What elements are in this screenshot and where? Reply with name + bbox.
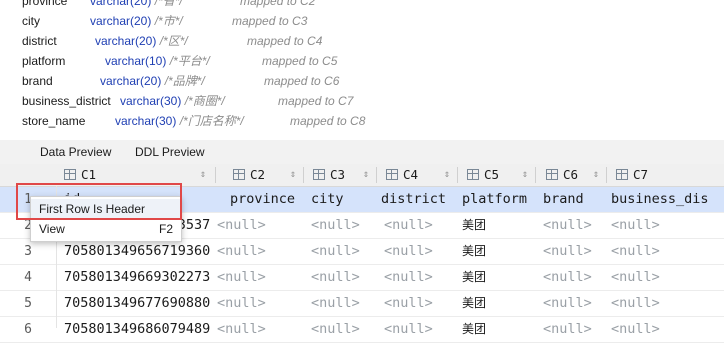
- table-cell[interactable]: <null>: [384, 239, 433, 264]
- table-cell[interactable]: 705801349677690880: [64, 291, 210, 316]
- table-cell[interactable]: <null>: [384, 291, 433, 316]
- column-header-c3[interactable]: C3: [313, 164, 345, 186]
- mapping-type: varchar(20) /*品牌*/: [100, 74, 205, 88]
- table-cell[interactable]: district: [381, 187, 446, 212]
- column-mapping-panel: province varchar(20) /*省*/ mapped to C2 …: [0, 0, 724, 140]
- table-column-icon: [467, 169, 479, 180]
- table-column-icon: [616, 169, 628, 180]
- table-cell[interactable]: brand: [543, 187, 584, 212]
- column-header-c4[interactable]: C4: [386, 164, 418, 186]
- column-header-c7[interactable]: C7: [616, 164, 648, 186]
- table-cell[interactable]: <null>: [311, 265, 360, 290]
- sort-icon[interactable]: ⇕: [363, 164, 369, 186]
- mapping-type: varchar(10) /*平台*/: [105, 54, 210, 68]
- table-row[interactable]: 3 705801349656719360 <null> <null> <null…: [0, 239, 724, 265]
- table-row[interactable]: 5 705801349677690880 <null> <null> <null…: [0, 291, 724, 317]
- table-cell[interactable]: <null>: [217, 265, 266, 290]
- table-column-icon: [546, 169, 558, 180]
- column-header-c5[interactable]: C5: [467, 164, 499, 186]
- table-cell[interactable]: 美团: [462, 213, 486, 238]
- preview-tab-bar: Data Preview DDL Preview: [0, 140, 724, 166]
- table-cell[interactable]: business_dis: [611, 187, 709, 212]
- mapping-type: varchar(20) /*区*/: [95, 34, 188, 48]
- mapping-column-name: business_district: [22, 94, 111, 108]
- menu-item-view[interactable]: View F2: [31, 219, 181, 239]
- highlight-annotation: [16, 183, 182, 220]
- sort-icon[interactable]: ⇕: [593, 164, 599, 186]
- shortcut-hint: F2: [159, 222, 174, 236]
- table-column-icon: [386, 169, 398, 180]
- mapping-target: mapped to C8: [290, 114, 366, 128]
- table-cell[interactable]: city: [311, 187, 344, 212]
- sort-icon[interactable]: ⇕: [522, 164, 528, 186]
- table-cell[interactable]: 美团: [462, 291, 486, 316]
- tab-ddl-preview[interactable]: DDL Preview: [135, 144, 205, 164]
- row-number: 5: [24, 296, 32, 311]
- table-cell[interactable]: province: [230, 187, 295, 212]
- row-number: 4: [24, 270, 32, 285]
- table-cell[interactable]: <null>: [217, 317, 266, 342]
- table-cell[interactable]: <null>: [217, 239, 266, 264]
- table-cell[interactable]: <null>: [543, 291, 592, 316]
- table-cell[interactable]: <null>: [611, 317, 660, 342]
- table-cell[interactable]: 美团: [462, 265, 486, 290]
- table-cell[interactable]: <null>: [217, 291, 266, 316]
- mapping-type: varchar(30) /*门店名称*/: [115, 114, 244, 128]
- mapping-column-name: city: [22, 14, 40, 28]
- table-cell[interactable]: 美团: [462, 317, 486, 342]
- table-column-icon: [64, 169, 76, 180]
- table-cell[interactable]: <null>: [543, 265, 592, 290]
- table-cell[interactable]: <null>: [384, 265, 433, 290]
- table-cell[interactable]: 美团: [462, 239, 486, 264]
- mapping-target: mapped to C6: [264, 74, 340, 88]
- table-column-icon: [313, 169, 325, 180]
- table-row[interactable]: 4 705801349669302273 <null> <null> <null…: [0, 265, 724, 291]
- mapping-type: varchar(30) /*商圈*/: [120, 94, 225, 108]
- mapping-column-name: platform: [22, 54, 66, 68]
- table-cell[interactable]: <null>: [311, 239, 360, 264]
- mapping-column-name: district: [22, 34, 57, 48]
- table-row[interactable]: 6 705801349686079489 <null> <null> <null…: [0, 317, 724, 343]
- sort-icon[interactable]: ⇕: [444, 164, 450, 186]
- table-cell[interactable]: platform: [462, 187, 527, 212]
- mapping-target: mapped to C7: [278, 94, 354, 108]
- table-cell[interactable]: <null>: [543, 317, 592, 342]
- mapping-target: mapped to C3: [232, 14, 308, 28]
- table-cell[interactable]: <null>: [311, 291, 360, 316]
- table-cell[interactable]: <null>: [611, 291, 660, 316]
- table-cell[interactable]: <null>: [384, 317, 433, 342]
- mapping-target: mapped to C4: [247, 34, 323, 48]
- row-number: 3: [24, 244, 32, 259]
- mapping-type: varchar(20) /*市*/: [90, 14, 183, 28]
- table-cell[interactable]: <null>: [311, 213, 360, 238]
- table-cell[interactable]: 705801349686079489: [64, 317, 210, 342]
- mapping-column-name: store_name: [22, 114, 86, 128]
- mapping-column-name: brand: [22, 74, 53, 88]
- tab-data-preview[interactable]: Data Preview: [40, 144, 112, 166]
- table-cell[interactable]: <null>: [311, 317, 360, 342]
- table-cell[interactable]: <null>: [217, 213, 266, 238]
- table-cell[interactable]: 705801349656719360: [64, 239, 210, 264]
- table-cell[interactable]: 705801349669302273: [64, 265, 210, 290]
- mapping-column-name: province: [22, 0, 68, 8]
- table-cell[interactable]: <null>: [543, 239, 592, 264]
- sort-icon[interactable]: ⇕: [200, 164, 206, 186]
- row-number: 6: [24, 322, 32, 337]
- table-cell[interactable]: <null>: [611, 239, 660, 264]
- mapping-type: varchar(20) /*省*/: [90, 0, 183, 8]
- table-cell[interactable]: <null>: [543, 213, 592, 238]
- sort-icon[interactable]: ⇕: [290, 164, 296, 186]
- mapping-target: mapped to C5: [262, 54, 338, 68]
- table-cell[interactable]: <null>: [384, 213, 433, 238]
- table-column-icon: [233, 169, 245, 180]
- column-header-c2[interactable]: C2: [233, 164, 265, 186]
- mapping-target: mapped to C2: [240, 0, 316, 8]
- column-header-c6[interactable]: C6: [546, 164, 578, 186]
- table-cell[interactable]: <null>: [611, 265, 660, 290]
- table-cell[interactable]: <null>: [611, 213, 660, 238]
